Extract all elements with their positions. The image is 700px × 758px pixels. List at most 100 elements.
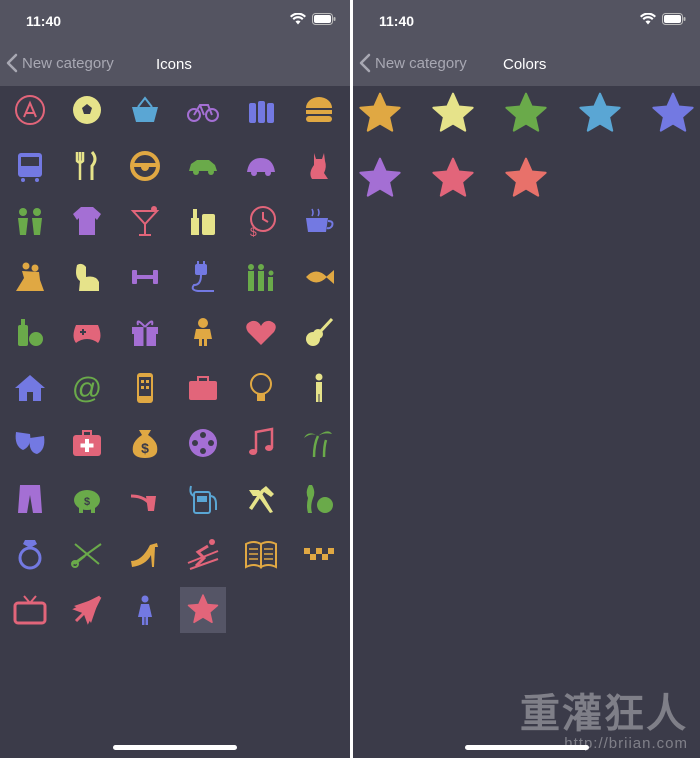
pants-icon	[18, 484, 42, 513]
color-option[interactable]	[430, 156, 476, 202]
icon-option[interactable]	[122, 143, 168, 189]
icon-option[interactable]	[7, 254, 53, 300]
star-icon	[652, 92, 694, 132]
color-option[interactable]	[357, 156, 403, 202]
icon-option[interactable]	[296, 143, 342, 189]
home-indicator[interactable]	[113, 745, 237, 750]
icon-option[interactable]	[7, 87, 53, 133]
icon-option[interactable]	[64, 420, 110, 466]
back-label: New category	[375, 54, 467, 72]
icon-option[interactable]	[64, 143, 110, 189]
icon-option[interactable]	[7, 198, 53, 244]
heart-icon	[246, 320, 276, 345]
icon-option[interactable]	[180, 309, 226, 355]
clock-money-icon: $	[250, 206, 276, 238]
icon-option[interactable]	[122, 87, 168, 133]
icon-option[interactable]	[64, 87, 110, 133]
icon-option[interactable]	[122, 531, 168, 577]
color-option[interactable]	[430, 91, 476, 137]
icon-option[interactable]	[238, 87, 284, 133]
icon-option[interactable]	[7, 143, 53, 189]
icon-option[interactable]	[122, 587, 168, 633]
icon-option[interactable]	[7, 309, 53, 355]
icon-option[interactable]: @	[64, 365, 110, 411]
color-option[interactable]	[503, 156, 549, 202]
house-icon	[15, 374, 45, 401]
film-reel-icon	[189, 429, 217, 457]
icon-option[interactable]	[180, 420, 226, 466]
icon-option[interactable]	[296, 420, 342, 466]
icon-option[interactable]	[180, 531, 226, 577]
money-bag-icon: $	[132, 430, 158, 458]
icon-option[interactable]	[238, 254, 284, 300]
dumbbell-icon	[132, 269, 158, 284]
icon-option[interactable]	[122, 476, 168, 522]
icon-option[interactable]	[122, 254, 168, 300]
color-option[interactable]	[577, 91, 623, 137]
icon-option[interactable]	[238, 143, 284, 189]
icon-option[interactable]	[180, 476, 226, 522]
family-icon	[248, 263, 274, 291]
nav-bar: New category Colors	[353, 40, 700, 86]
star-icon	[187, 593, 219, 623]
color-option[interactable]	[503, 91, 549, 137]
icon-option[interactable]	[180, 87, 226, 133]
icon-option[interactable]	[238, 531, 284, 577]
icon-option[interactable]	[296, 254, 342, 300]
icon-option[interactable]	[296, 365, 342, 411]
icon-option[interactable]: $	[64, 476, 110, 522]
icon-option[interactable]	[180, 143, 226, 189]
dog-icon	[76, 263, 99, 291]
star-icon	[432, 92, 474, 132]
icon-option[interactable]	[180, 365, 226, 411]
at-sign-icon: @	[72, 372, 102, 405]
icon-option[interactable]	[122, 198, 168, 244]
icon-option[interactable]	[7, 531, 53, 577]
wifi-icon	[290, 13, 306, 25]
svg-text:$: $	[250, 225, 257, 238]
svg-text:$: $	[84, 496, 90, 508]
icon-option[interactable]	[7, 587, 53, 633]
icon-option[interactable]	[64, 587, 110, 633]
high-heel-icon	[131, 543, 158, 567]
icon-option[interactable]	[64, 531, 110, 577]
icon-option[interactable]	[296, 87, 342, 133]
icon-option[interactable]	[7, 365, 53, 411]
app-store-icon	[15, 95, 45, 125]
icon-option[interactable]	[64, 198, 110, 244]
coffee-cup-icon	[306, 208, 334, 232]
back-button[interactable]: New category	[359, 53, 467, 73]
icon-option[interactable]	[238, 309, 284, 355]
icon-option[interactable]: $	[238, 198, 284, 244]
icon-option[interactable]	[296, 531, 342, 577]
svg-text:@: @	[72, 372, 102, 405]
icon-option[interactable]	[238, 420, 284, 466]
beetle-car-icon	[247, 157, 275, 176]
star-icon	[432, 157, 474, 197]
icon-option[interactable]	[7, 420, 53, 466]
icons-screen: 11:40 New category Icons $ @ $ $	[0, 0, 350, 758]
back-button[interactable]: New category	[6, 53, 114, 73]
icon-option[interactable]	[238, 476, 284, 522]
icon-option[interactable]: $	[122, 420, 168, 466]
icon-option[interactable]	[122, 365, 168, 411]
icon-option[interactable]	[180, 586, 226, 633]
icon-option[interactable]	[180, 198, 226, 244]
watermark: 重灌狂人 http://briian.com	[520, 681, 688, 752]
icon-option[interactable]	[296, 198, 342, 244]
color-option[interactable]	[650, 91, 696, 137]
woman-icon	[138, 595, 152, 625]
chevron-left-icon	[359, 53, 371, 73]
icon-option[interactable]	[7, 476, 53, 522]
icon-option[interactable]	[296, 309, 342, 355]
icon-option[interactable]	[64, 309, 110, 355]
children-icon	[18, 208, 42, 235]
shopping-basket-icon	[132, 96, 158, 122]
color-option[interactable]	[357, 91, 403, 137]
icon-option[interactable]	[122, 309, 168, 355]
tools-icon	[249, 485, 274, 513]
icon-option[interactable]	[296, 476, 342, 522]
icon-option[interactable]	[180, 254, 226, 300]
icon-option[interactable]	[64, 254, 110, 300]
icon-option[interactable]	[238, 365, 284, 411]
